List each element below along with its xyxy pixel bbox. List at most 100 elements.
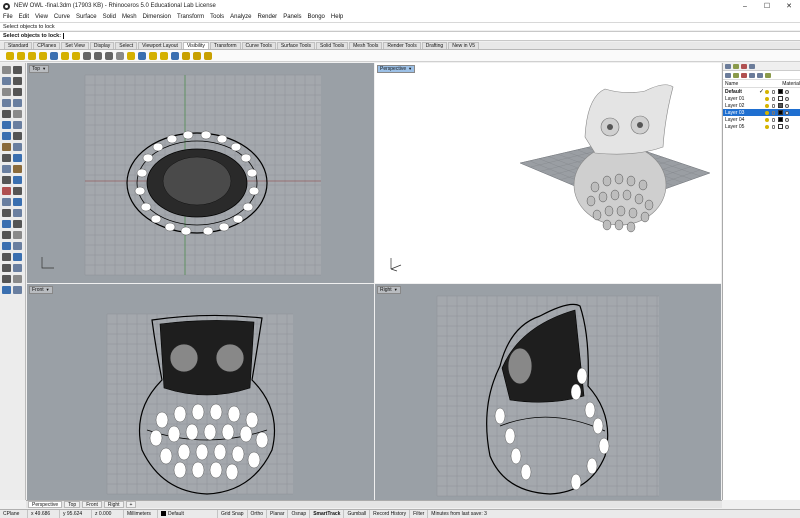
modeling-tool-icon[interactable]	[13, 77, 22, 85]
modeling-tool-icon[interactable]	[2, 176, 11, 184]
material-icon[interactable]	[785, 110, 789, 115]
visibility-tool-icon[interactable]	[61, 51, 69, 60]
viewport-title-perspective[interactable]: Perspective ▼	[377, 65, 416, 73]
modeling-tool-icon[interactable]	[2, 253, 11, 261]
modeling-tool-icon[interactable]	[2, 165, 11, 173]
modeling-tool-icon[interactable]	[13, 66, 22, 74]
visibility-tool-icon[interactable]	[50, 51, 58, 60]
tab-mesh-tools[interactable]: Mesh Tools	[349, 42, 383, 49]
minimize-button[interactable]: –	[734, 0, 756, 12]
visibility-bulb-icon[interactable]	[765, 96, 769, 101]
delete-layer-icon[interactable]	[741, 72, 747, 78]
owl-wireframe-top[interactable]	[122, 123, 272, 243]
menu-panels[interactable]: Panels	[283, 14, 301, 20]
modeling-tool-icon[interactable]	[2, 66, 11, 74]
layer-color-swatch[interactable]	[778, 124, 783, 129]
modeling-tool-icon[interactable]	[13, 220, 22, 228]
visibility-tool-icon[interactable]	[28, 51, 36, 60]
viewport-tab-front[interactable]: Front	[82, 501, 102, 508]
modeling-tool-icon[interactable]	[2, 275, 11, 283]
toggle-gumball[interactable]: Gumball	[344, 510, 371, 518]
tab-visibility[interactable]: Visibility	[182, 42, 209, 49]
tab-render-tools[interactable]: Render Tools	[383, 42, 421, 49]
viewport-perspective[interactable]: Perspective ▼	[375, 63, 721, 283]
menu-help[interactable]: Help	[331, 14, 343, 20]
visibility-tool-icon[interactable]	[193, 51, 201, 60]
layer-row[interactable]: Layer 02	[723, 102, 800, 109]
move-down-icon[interactable]	[757, 72, 763, 78]
visibility-tool-icon[interactable]	[171, 51, 179, 60]
modeling-tool-icon[interactable]	[2, 77, 11, 85]
material-icon[interactable]	[785, 124, 789, 129]
visibility-tool-icon[interactable]	[39, 51, 47, 60]
visibility-tool-icon[interactable]	[72, 51, 80, 60]
units-readout[interactable]: Millimeters	[124, 510, 158, 518]
menu-solid[interactable]: Solid	[103, 14, 116, 20]
menu-mesh[interactable]: Mesh	[122, 14, 137, 20]
owl-wireframe-front[interactable]	[132, 310, 282, 496]
modeling-tool-icon[interactable]	[2, 198, 11, 206]
lock-icon[interactable]	[772, 124, 775, 129]
modeling-tool-icon[interactable]	[2, 242, 11, 250]
current-layer-pane[interactable]: Default	[158, 510, 218, 518]
lock-icon[interactable]	[772, 117, 775, 122]
viewport-front[interactable]: Front ▼	[27, 284, 374, 500]
tab-select[interactable]: Select	[115, 42, 138, 49]
viewport-title-right[interactable]: Right ▼	[377, 286, 401, 294]
menu-analyze[interactable]: Analyze	[230, 14, 251, 20]
modeling-tool-icon[interactable]	[13, 264, 22, 272]
column-material[interactable]: Material	[782, 81, 800, 87]
menu-file[interactable]: File	[3, 14, 13, 20]
modeling-tool-icon[interactable]	[2, 121, 11, 129]
lock-icon[interactable]	[772, 103, 775, 108]
viewport-right[interactable]: Right ▼	[375, 284, 721, 500]
layer-color-swatch[interactable]	[778, 89, 783, 94]
layer-color-swatch[interactable]	[778, 117, 783, 122]
layer-color-swatch[interactable]	[778, 110, 783, 115]
visibility-tool-icon[interactable]	[138, 51, 146, 60]
tab-viewport-layout[interactable]: Viewport Layout	[138, 42, 182, 49]
modeling-tool-icon[interactable]	[13, 231, 22, 239]
modeling-tool-icon[interactable]	[2, 220, 11, 228]
modeling-tool-icon[interactable]	[2, 264, 11, 272]
material-icon[interactable]	[785, 117, 789, 122]
visibility-tool-icon[interactable]	[116, 51, 124, 60]
modeling-tool-icon[interactable]	[13, 143, 22, 151]
tab-drafting[interactable]: Drafting	[421, 42, 448, 49]
menu-surface[interactable]: Surface	[76, 14, 97, 20]
modeling-tool-icon[interactable]	[13, 286, 22, 294]
modeling-tool-icon[interactable]	[13, 121, 22, 129]
move-up-icon[interactable]	[749, 72, 755, 78]
modeling-tool-icon[interactable]	[2, 286, 11, 294]
viewport-tab-right[interactable]: Right	[103, 501, 124, 508]
toggle-ortho[interactable]: Ortho	[248, 510, 268, 518]
filter-icon[interactable]	[765, 72, 771, 78]
modeling-tool-icon[interactable]	[2, 99, 11, 107]
material-icon[interactable]	[785, 103, 789, 108]
menu-dimension[interactable]: Dimension	[143, 14, 171, 20]
visibility-tool-icon[interactable]	[160, 51, 168, 60]
visibility-tool-icon[interactable]	[204, 51, 212, 60]
menu-view[interactable]: View	[35, 14, 48, 20]
column-name[interactable]: Name	[725, 81, 754, 87]
new-layer-icon[interactable]	[725, 72, 731, 78]
menu-transform[interactable]: Transform	[177, 14, 204, 20]
modeling-tool-icon[interactable]	[13, 154, 22, 162]
toggle-grid-snap[interactable]: Grid Snap	[218, 510, 248, 518]
material-icon[interactable]	[785, 89, 789, 94]
modeling-tool-icon[interactable]	[13, 88, 22, 96]
viewport-title-front[interactable]: Front ▼	[29, 286, 53, 294]
close-button[interactable]: ✕	[778, 0, 800, 12]
tab-set-view[interactable]: Set View	[61, 42, 89, 49]
modeling-tool-icon[interactable]	[13, 209, 22, 217]
modeling-tool-icon[interactable]	[2, 209, 11, 217]
lock-icon[interactable]	[772, 96, 775, 101]
modeling-tool-icon[interactable]	[2, 88, 11, 96]
viewport-tab-perspective[interactable]: Perspective	[28, 501, 63, 508]
command-prompt[interactable]: Select objects to lock:	[0, 31, 800, 41]
modeling-tool-icon[interactable]	[2, 187, 11, 195]
viewport-title-top[interactable]: Top ▼	[29, 65, 50, 73]
modeling-tool-icon[interactable]	[13, 132, 22, 140]
modeling-tool-icon[interactable]	[13, 99, 22, 107]
visibility-tool-icon[interactable]	[127, 51, 135, 60]
